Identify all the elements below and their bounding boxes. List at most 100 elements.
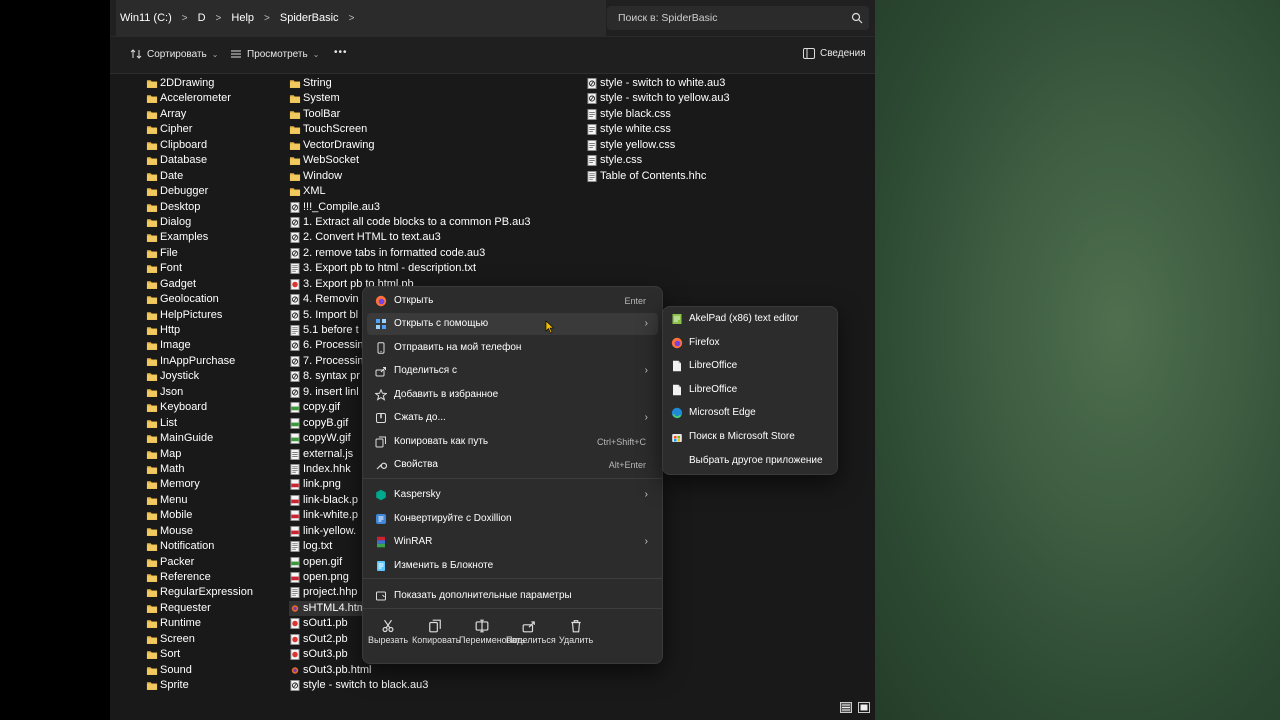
file-item[interactable]: style white.css bbox=[586, 122, 866, 137]
folder-item[interactable]: Notification bbox=[146, 539, 281, 554]
folder-item[interactable]: MainGuide bbox=[146, 431, 281, 446]
context-menu-item[interactable]: Конвертируйте с Doxillion bbox=[367, 508, 658, 530]
breadcrumb-help[interactable]: Help bbox=[227, 12, 258, 24]
file-item[interactable]: Table of Contents.hhc bbox=[586, 169, 866, 184]
quick-action-button[interactable]: Переименовать bbox=[459, 619, 525, 646]
folder-item[interactable]: Desktop bbox=[146, 200, 281, 215]
file-item[interactable]: sOut3.pb.html bbox=[289, 663, 569, 678]
folder-item[interactable]: WebSocket bbox=[289, 153, 569, 168]
open-with-item[interactable]: Выбрать другое приложение bbox=[667, 450, 833, 472]
open-with-item[interactable]: LibreOffice bbox=[667, 355, 833, 377]
file-item[interactable]: !!!_Compile.au3 bbox=[289, 200, 569, 215]
folder-item[interactable]: Examples bbox=[146, 230, 281, 245]
folder-item[interactable]: Screen bbox=[146, 632, 281, 647]
breadcrumb-drive[interactable]: Win11 (C:) bbox=[116, 12, 176, 24]
more-options-button[interactable]: ••• bbox=[334, 47, 348, 58]
folder-item[interactable]: Accelerometer bbox=[146, 91, 281, 106]
folder-item[interactable]: InAppPurchase bbox=[146, 354, 281, 369]
context-menu-item[interactable]: Kaspersky › bbox=[367, 484, 658, 506]
folder-item[interactable]: Reference bbox=[146, 570, 281, 585]
quick-action-button[interactable]: Копировать bbox=[412, 619, 460, 646]
folder-item[interactable]: Clipboard bbox=[146, 138, 281, 153]
file-item[interactable]: 2. remove tabs in formatted code.au3 bbox=[289, 246, 569, 261]
context-menu-item[interactable]: Открыть с помощью › bbox=[367, 313, 658, 335]
folder-item[interactable]: Font bbox=[146, 261, 281, 276]
folder-item[interactable]: Http bbox=[146, 323, 281, 338]
file-item[interactable]: 2. Convert HTML to text.au3 bbox=[289, 230, 569, 245]
list-view-icon[interactable] bbox=[840, 702, 852, 713]
context-menu-item[interactable]: Поделиться с › bbox=[367, 360, 658, 382]
context-menu-item[interactable]: WinRAR › bbox=[367, 531, 658, 553]
file-item[interactable]: style - switch to black.au3 bbox=[289, 678, 569, 693]
folder-item[interactable]: System bbox=[289, 91, 569, 106]
folder-item[interactable]: Sprite bbox=[146, 678, 281, 693]
file-item[interactable]: style.css bbox=[586, 153, 866, 168]
folder-item[interactable]: Image bbox=[146, 338, 281, 353]
view-button[interactable]: Просмотреть ⌄ bbox=[230, 48, 319, 60]
details-button[interactable]: Сведения bbox=[803, 48, 866, 59]
context-menu-item[interactable]: Свойства Alt+Enter bbox=[367, 454, 658, 476]
folder-item[interactable]: Array bbox=[146, 107, 281, 122]
file-item[interactable]: style - switch to yellow.au3 bbox=[586, 91, 866, 106]
file-item[interactable]: 3. Export pb to html - description.txt bbox=[289, 261, 569, 276]
folder-item[interactable]: Json bbox=[146, 385, 281, 400]
file-item[interactable]: style yellow.css bbox=[586, 138, 866, 153]
context-menu-item[interactable]: Добавить в избранное bbox=[367, 384, 658, 406]
tiles-view-icon[interactable] bbox=[858, 702, 870, 713]
folder-item[interactable]: Debugger bbox=[146, 184, 281, 199]
file-item[interactable]: style black.css bbox=[586, 107, 866, 122]
chevron-right-icon[interactable]: > bbox=[343, 13, 361, 24]
context-menu-item[interactable]: Отправить на мой телефон bbox=[367, 337, 658, 359]
context-menu-item[interactable]: Показать дополнительные параметры bbox=[367, 585, 658, 607]
folder-item[interactable]: VectorDrawing bbox=[289, 138, 569, 153]
folder-item[interactable]: 2DDrawing bbox=[146, 76, 281, 91]
folder-item[interactable]: Dialog bbox=[146, 215, 281, 230]
open-with-item[interactable]: LibreOffice bbox=[667, 379, 833, 401]
context-menu-item[interactable]: Открыть Enter bbox=[367, 290, 658, 312]
folder-item[interactable]: List bbox=[146, 416, 281, 431]
folder-item[interactable]: Sort bbox=[146, 647, 281, 662]
context-menu-item[interactable]: Изменить в Блокноте bbox=[367, 555, 658, 577]
folder-item[interactable]: Date bbox=[146, 169, 281, 184]
open-with-item[interactable]: Поиск в Microsoft Store bbox=[667, 426, 833, 448]
folder-item[interactable]: Requester bbox=[146, 601, 281, 616]
folder-item[interactable]: HelpPictures bbox=[146, 308, 281, 323]
breadcrumb[interactable]: Win11 (C:) > D > Help > SpiderBasic > bbox=[116, 0, 606, 36]
folder-item[interactable]: TouchScreen bbox=[289, 122, 569, 137]
breadcrumb-spiderbasic[interactable]: SpiderBasic bbox=[276, 12, 343, 24]
folder-item[interactable]: Memory bbox=[146, 477, 281, 492]
folder-item[interactable]: Database bbox=[146, 153, 281, 168]
folder-item[interactable]: Keyboard bbox=[146, 400, 281, 415]
folder-item[interactable]: Packer bbox=[146, 555, 281, 570]
folder-item[interactable]: Gadget bbox=[146, 277, 281, 292]
folder-item[interactable]: Geolocation bbox=[146, 292, 281, 307]
folder-item[interactable]: Joystick bbox=[146, 369, 281, 384]
folder-item[interactable]: XML bbox=[289, 184, 569, 199]
folder-item[interactable]: Runtime bbox=[146, 616, 281, 631]
folder-item[interactable]: Window bbox=[289, 169, 569, 184]
quick-action-button[interactable]: Вырезать bbox=[365, 619, 411, 646]
quick-action-button[interactable]: Поделиться bbox=[506, 619, 556, 646]
open-with-item[interactable]: Firefox bbox=[667, 332, 833, 354]
file-item[interactable]: style - switch to white.au3 bbox=[586, 76, 866, 91]
folder-item[interactable]: RegularExpression bbox=[146, 585, 281, 600]
folder-item[interactable]: Map bbox=[146, 447, 281, 462]
open-with-item[interactable]: AkelPad (x86) text editor bbox=[667, 308, 833, 330]
folder-item[interactable]: Menu bbox=[146, 493, 281, 508]
quick-action-button[interactable]: Удалить bbox=[553, 619, 599, 646]
folder-item[interactable]: Sound bbox=[146, 663, 281, 678]
file-item[interactable]: 1. Extract all code blocks to a common P… bbox=[289, 215, 569, 230]
breadcrumb-d[interactable]: D bbox=[194, 12, 210, 24]
folder-item[interactable]: Mobile bbox=[146, 508, 281, 523]
folder-item[interactable]: Cipher bbox=[146, 122, 281, 137]
context-menu-item[interactable]: Копировать как путь Ctrl+Shift+C bbox=[367, 431, 658, 453]
folder-item[interactable]: String bbox=[289, 76, 569, 91]
open-with-item[interactable]: Microsoft Edge bbox=[667, 402, 833, 424]
folder-item[interactable]: Math bbox=[146, 462, 281, 477]
folder-item[interactable]: File bbox=[146, 246, 281, 261]
folder-item[interactable]: ToolBar bbox=[289, 107, 569, 122]
folder-item[interactable]: Mouse bbox=[146, 524, 281, 539]
search-input[interactable]: Поиск в: SpiderBasic bbox=[607, 6, 869, 30]
sort-button[interactable]: Сортировать ⌄ bbox=[130, 48, 218, 60]
context-menu-item[interactable]: Сжать до... › bbox=[367, 407, 658, 429]
